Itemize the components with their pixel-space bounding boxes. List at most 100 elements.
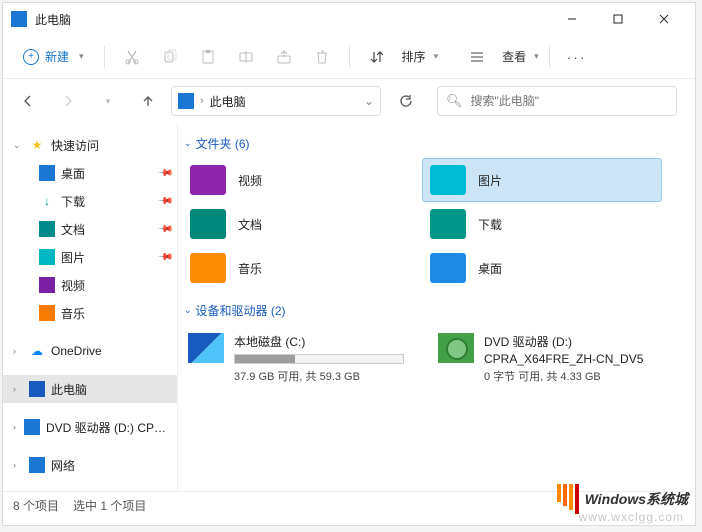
folder-label: 下载: [478, 216, 502, 233]
expand-icon[interactable]: ›: [13, 460, 23, 470]
sidebar-item-music[interactable]: 音乐: [3, 299, 177, 327]
back-button[interactable]: [11, 84, 45, 118]
app-icon: [11, 11, 27, 27]
view-label[interactable]: 查看: [502, 48, 526, 65]
network-icon: [29, 457, 45, 473]
sidebar-item-videos[interactable]: 视频: [3, 271, 177, 299]
dvd-drive-icon: [438, 333, 474, 363]
address-bar[interactable]: › 此电脑 ⌄: [171, 86, 381, 116]
sidebar-item-label: 此电脑: [51, 381, 87, 398]
expand-icon[interactable]: ›: [13, 422, 18, 432]
sort-label[interactable]: 排序: [402, 48, 426, 65]
separator: [549, 46, 550, 68]
folder-pictures[interactable]: 图片: [422, 158, 662, 202]
sidebar-item-pictures[interactable]: 图片📌: [3, 243, 177, 271]
sidebar-item-label: 下载: [61, 193, 85, 210]
sidebar-item-label: 文档: [61, 221, 85, 238]
sidebar-item-desktop[interactable]: 桌面📌: [3, 159, 177, 187]
minimize-button[interactable]: [549, 3, 595, 35]
brand-overlay: Windows系统城: [557, 484, 688, 514]
drive-usage-bar: [234, 354, 404, 364]
more-button[interactable]: ···: [560, 40, 594, 74]
titlebar: 此电脑: [3, 3, 695, 35]
expand-icon[interactable]: ›: [13, 384, 23, 394]
drive-c[interactable]: 本地磁盘 (C:) 37.9 GB 可用, 共 59.3 GB: [182, 329, 422, 388]
chevron-down-icon: ▾: [534, 51, 539, 62]
sidebar-item-label: 视频: [61, 277, 85, 294]
sidebar-this-pc[interactable]: › 此电脑: [3, 375, 177, 403]
drive-name: DVD 驱动器 (D:): [484, 333, 643, 350]
folder-grid: 视频 图片 文档 下载 音乐 桌面: [182, 158, 687, 290]
collapse-icon: ⌄: [184, 305, 192, 316]
pin-icon: 📌: [156, 221, 173, 238]
folder-downloads[interactable]: 下载: [422, 202, 662, 246]
up-button[interactable]: [131, 84, 165, 118]
downloads-icon: [430, 209, 466, 239]
forward-button[interactable]: [51, 84, 85, 118]
recent-dropdown[interactable]: ▾: [91, 84, 125, 118]
separator: [104, 46, 105, 68]
close-button[interactable]: [641, 3, 687, 35]
copy-button[interactable]: [153, 40, 187, 74]
downloads-icon: ↓: [39, 193, 55, 209]
sidebar-dvd[interactable]: › DVD 驱动器 (D:) CPRA_X64FRE_ZH-CN_DV5: [3, 413, 177, 441]
drive-row: 本地磁盘 (C:) 37.9 GB 可用, 共 59.3 GB DVD 驱动器 …: [182, 325, 687, 388]
view-button[interactable]: [460, 40, 494, 74]
sidebar-item-label: 音乐: [61, 305, 85, 322]
window-controls: [549, 3, 687, 35]
drive-info: DVD 驱动器 (D:) CPRA_X64FRE_ZH-CN_DV5 0 字节 …: [484, 333, 643, 384]
drive-name: 本地磁盘 (C:): [234, 333, 404, 350]
body: ⌄ ★ 快速访问 桌面📌 ↓下载📌 文档📌 图片📌 视频 音乐 ›☁OneDri…: [3, 123, 695, 491]
chevron-down-icon: ▾: [79, 51, 84, 62]
cut-button[interactable]: [115, 40, 149, 74]
collapse-icon[interactable]: ⌄: [13, 140, 23, 151]
desktop-icon: [39, 165, 55, 181]
star-icon: ★: [29, 137, 45, 153]
folders-section-header[interactable]: ⌄ 文件夹 (6): [182, 129, 687, 158]
search-input[interactable]: [471, 94, 668, 108]
refresh-button[interactable]: [391, 86, 421, 116]
expand-icon[interactable]: ›: [13, 346, 23, 356]
sidebar-item-label: 网络: [51, 457, 75, 474]
chevron-down-icon[interactable]: ⌄: [364, 94, 374, 108]
new-label: 新建: [45, 48, 69, 65]
search-box[interactable]: 🔍︎: [437, 86, 677, 116]
folder-desktop[interactable]: 桌面: [422, 246, 662, 290]
maximize-button[interactable]: [595, 3, 641, 35]
separator: [349, 46, 350, 68]
chevron-down-icon: ▾: [434, 51, 439, 62]
sidebar-item-documents[interactable]: 文档 📌: [3, 215, 177, 243]
sidebar-quick-access[interactable]: ⌄ ★ 快速访问: [3, 131, 177, 159]
cloud-icon: ☁: [29, 343, 45, 359]
drive-d[interactable]: DVD 驱动器 (D:) CPRA_X64FRE_ZH-CN_DV5 0 字节 …: [432, 329, 672, 388]
drive-detail: 0 字节 可用, 共 4.33 GB: [484, 368, 643, 384]
sidebar-network[interactable]: › 网络: [3, 451, 177, 479]
sidebar-item-downloads[interactable]: ↓下载📌: [3, 187, 177, 215]
sidebar-onedrive[interactable]: ›☁OneDrive: [3, 337, 177, 365]
folder-label: 桌面: [478, 260, 502, 277]
pictures-icon: [39, 249, 55, 265]
drive-sub: CPRA_X64FRE_ZH-CN_DV5: [484, 352, 643, 366]
sort-button[interactable]: [360, 40, 394, 74]
music-icon: [39, 305, 55, 321]
share-button[interactable]: [267, 40, 301, 74]
brand-logo: [557, 484, 579, 514]
documents-icon: [190, 209, 226, 239]
sidebar-item-label: DVD 驱动器 (D:) CPRA_X64FRE_ZH-CN_DV5: [46, 419, 171, 436]
address-path: 此电脑: [210, 93, 358, 110]
folder-music[interactable]: 音乐: [182, 246, 422, 290]
rename-button[interactable]: [229, 40, 263, 74]
new-button[interactable]: + 新建 ▾: [13, 44, 94, 69]
pc-icon: [29, 381, 45, 397]
folder-documents[interactable]: 文档: [182, 202, 422, 246]
sidebar-item-label: 图片: [61, 249, 85, 266]
drive-info: 本地磁盘 (C:) 37.9 GB 可用, 共 59.3 GB: [234, 333, 404, 384]
toolbar: + 新建 ▾ 排序 ▾ 查看 ▾ ···: [3, 35, 695, 79]
paste-button[interactable]: [191, 40, 225, 74]
delete-button[interactable]: [305, 40, 339, 74]
section-title: 设备和驱动器 (2): [196, 302, 286, 319]
windows-drive-icon: [188, 333, 224, 363]
videos-icon: [190, 165, 226, 195]
drives-section-header[interactable]: ⌄ 设备和驱动器 (2): [182, 296, 687, 325]
folder-videos[interactable]: 视频: [182, 158, 422, 202]
